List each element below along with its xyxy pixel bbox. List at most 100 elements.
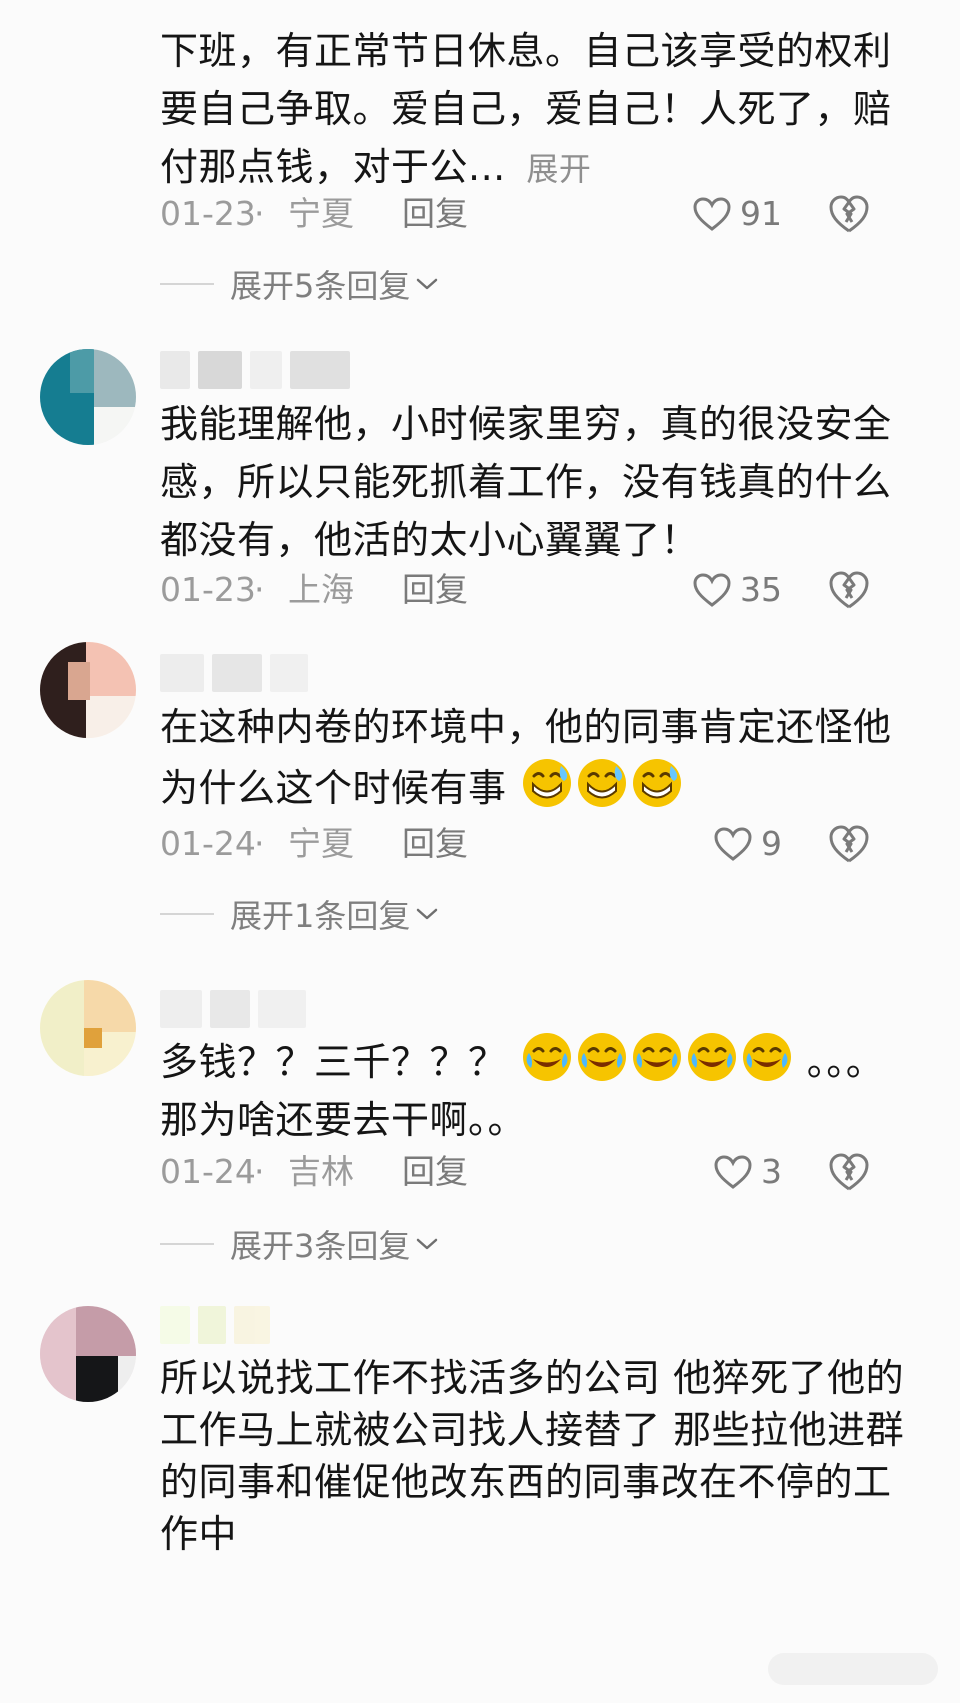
dislike-button[interactable]	[826, 192, 872, 236]
avatar[interactable]	[40, 349, 136, 445]
like-button[interactable]: 9	[713, 822, 782, 866]
comment-text: 下班，有正常节日休息。自己该享受的权利要自己争取。爱自己，爱自己！人死了，赔付那…	[160, 22, 900, 198]
crying-laughing-emoji-icon	[578, 1033, 627, 1081]
username-mosaic-block	[198, 1306, 226, 1344]
username-mosaic-block	[258, 990, 306, 1028]
broken-heart-icon	[829, 825, 869, 863]
expand-replies-divider	[160, 913, 214, 915]
reply-button[interactable]: 回复	[402, 564, 468, 616]
comment-meta: 01-23 · 上海 回复 35	[160, 564, 920, 616]
avatar-mosaic-block	[40, 980, 84, 1076]
expand-replies-label: 展开1条回复	[230, 897, 411, 935]
like-button[interactable]: 3	[713, 1150, 782, 1194]
comment-meta: 01-23 · 宁夏 回复 91	[160, 188, 920, 240]
avatar-mosaic-block	[76, 1356, 118, 1402]
username-blurred[interactable]	[160, 654, 308, 692]
comment-date: 01-23	[160, 570, 256, 609]
comment-item-5: 所以说找工作不找活多的公司 他猝死了他的工作马上就被公司找人接替了 那些拉他进群…	[0, 1298, 960, 1703]
dislike-button[interactable]	[826, 822, 872, 866]
username-blurred[interactable]	[160, 990, 306, 1028]
expand-replies-button[interactable]: 展开5条回复	[160, 262, 438, 306]
comment-text: 所以说找工作不找活多的公司 他猝死了他的工作马上就被公司找人接替了 那些拉他进群…	[160, 1352, 920, 1560]
comment-feed: 下班，有正常节日休息。自己该享受的权利要自己争取。爱自己，爱自己！人死了，赔付那…	[0, 0, 960, 1703]
heart-outline-icon	[714, 827, 752, 861]
username-blurred[interactable]	[160, 351, 350, 389]
heart-outline-icon	[693, 573, 731, 607]
like-count: 35	[740, 570, 782, 609]
avatar-mosaic-block	[86, 696, 136, 738]
username-mosaic-block	[160, 654, 204, 692]
crying-laughing-emoji-icon	[633, 1033, 682, 1081]
chevron-down-icon	[417, 908, 438, 920]
username-mosaic-block	[290, 351, 350, 389]
grinning-sweat-emoji-icon	[578, 759, 627, 807]
like-count: 3	[761, 1152, 782, 1191]
chevron-down-icon	[417, 1238, 438, 1250]
username-mosaic-block	[198, 351, 242, 389]
comment-date: 01-24	[160, 824, 256, 863]
avatar-mosaic-block	[68, 662, 90, 700]
heart-outline-icon	[714, 1155, 752, 1189]
avatar[interactable]	[40, 1306, 136, 1402]
dislike-button[interactable]	[826, 568, 872, 612]
meta-separator: ·	[254, 194, 265, 233]
crying-laughing-emoji-icon	[523, 1033, 572, 1081]
comment-body: 所以说找工作不找活多的公司 他猝死了他的工作马上就被公司找人接替了 那些拉他进群…	[160, 1356, 905, 1556]
expand-replies-button[interactable]: 展开1条回复	[160, 892, 438, 936]
broken-heart-icon	[829, 195, 869, 233]
comment-location: 宁夏	[288, 194, 354, 233]
expand-replies-divider	[160, 1243, 214, 1245]
username-blurred[interactable]	[160, 1306, 270, 1344]
expand-replies-label: 展开5条回复	[230, 267, 411, 305]
chevron-down-icon	[417, 278, 438, 290]
comment-punctuation: 。。。	[806, 1040, 885, 1084]
dislike-button[interactable]	[826, 1150, 872, 1194]
comment-item-2: 我能理解他，小时候家里穷，真的很没安全感，所以只能死抓着工作，没有钱真的什么都没…	[0, 345, 960, 625]
username-mosaic-block	[212, 654, 262, 692]
avatar[interactable]	[40, 642, 136, 738]
comment-text: 我能理解他，小时候家里穷，真的很没安全感，所以只能死抓着工作，没有钱真的什么都没…	[160, 395, 900, 569]
comment-text: 多钱？？三千？？？ 。。。 那为啥还要去干啊。。	[160, 1030, 900, 1149]
watermark	[768, 1653, 938, 1685]
meta-separator: ·	[254, 1152, 265, 1191]
crying-laughing-emoji-icon	[743, 1033, 792, 1081]
comment-body: 多钱？？三千？？？	[160, 1040, 507, 1084]
like-count: 91	[740, 194, 782, 233]
expand-replies-button[interactable]: 展开3条回复	[160, 1222, 438, 1266]
avatar[interactable]	[40, 980, 136, 1076]
grinning-sweat-emoji-icon	[633, 759, 682, 807]
expand-replies-label: 展开3条回复	[230, 1227, 411, 1265]
comment-item-1: 下班，有正常节日休息。自己该享受的权利要自己争取。爱自己，爱自己！人死了，赔付那…	[0, 0, 960, 318]
expand-comment-button[interactable]: 展开	[526, 150, 591, 188]
comment-item-4: 多钱？？三千？？？ 。。。 那为啥还要去干啊。。 01-24 · 吉林 回复 3…	[0, 972, 960, 1302]
username-mosaic-block	[270, 654, 308, 692]
avatar-mosaic-block	[40, 1306, 76, 1402]
grinning-sweat-emoji-icon	[523, 759, 572, 807]
comment-meta: 01-24 · 宁夏 回复 9	[160, 818, 920, 870]
heart-outline-icon	[693, 197, 731, 231]
like-button[interactable]: 35	[692, 568, 782, 612]
avatar-mosaic-block	[70, 349, 94, 393]
reply-button[interactable]: 回复	[402, 818, 468, 870]
username-mosaic-block	[234, 1306, 270, 1344]
avatar-mosaic-block	[94, 349, 136, 407]
avatar-mosaic-block	[76, 1306, 136, 1356]
comment-date: 01-23	[160, 194, 256, 233]
meta-separator: ·	[254, 824, 265, 863]
like-button[interactable]: 91	[692, 192, 782, 236]
comment-location: 宁夏	[288, 824, 354, 863]
comment-item-3: 在这种内卷的环境中，他的同事肯定还怪他为什么这个时候有事 01-24 · 宁夏 …	[0, 632, 960, 947]
broken-heart-icon	[829, 571, 869, 609]
comment-location: 上海	[288, 570, 354, 609]
avatar-mosaic-block	[84, 980, 136, 1032]
comment-date: 01-24	[160, 1152, 256, 1191]
expand-replies-divider	[160, 283, 214, 285]
reply-button[interactable]: 回复	[402, 188, 468, 240]
avatar-mosaic-block	[84, 1028, 102, 1048]
comment-body: 我能理解他，小时候家里穷，真的很没安全感，所以只能死抓着工作，没有钱真的什么都没…	[160, 402, 892, 562]
username-mosaic-block	[160, 351, 190, 389]
crying-laughing-emoji-icon	[688, 1033, 737, 1081]
reply-button[interactable]: 回复	[402, 1146, 468, 1198]
comment-location: 吉林	[288, 1152, 354, 1191]
avatar-mosaic-block	[118, 1356, 136, 1402]
